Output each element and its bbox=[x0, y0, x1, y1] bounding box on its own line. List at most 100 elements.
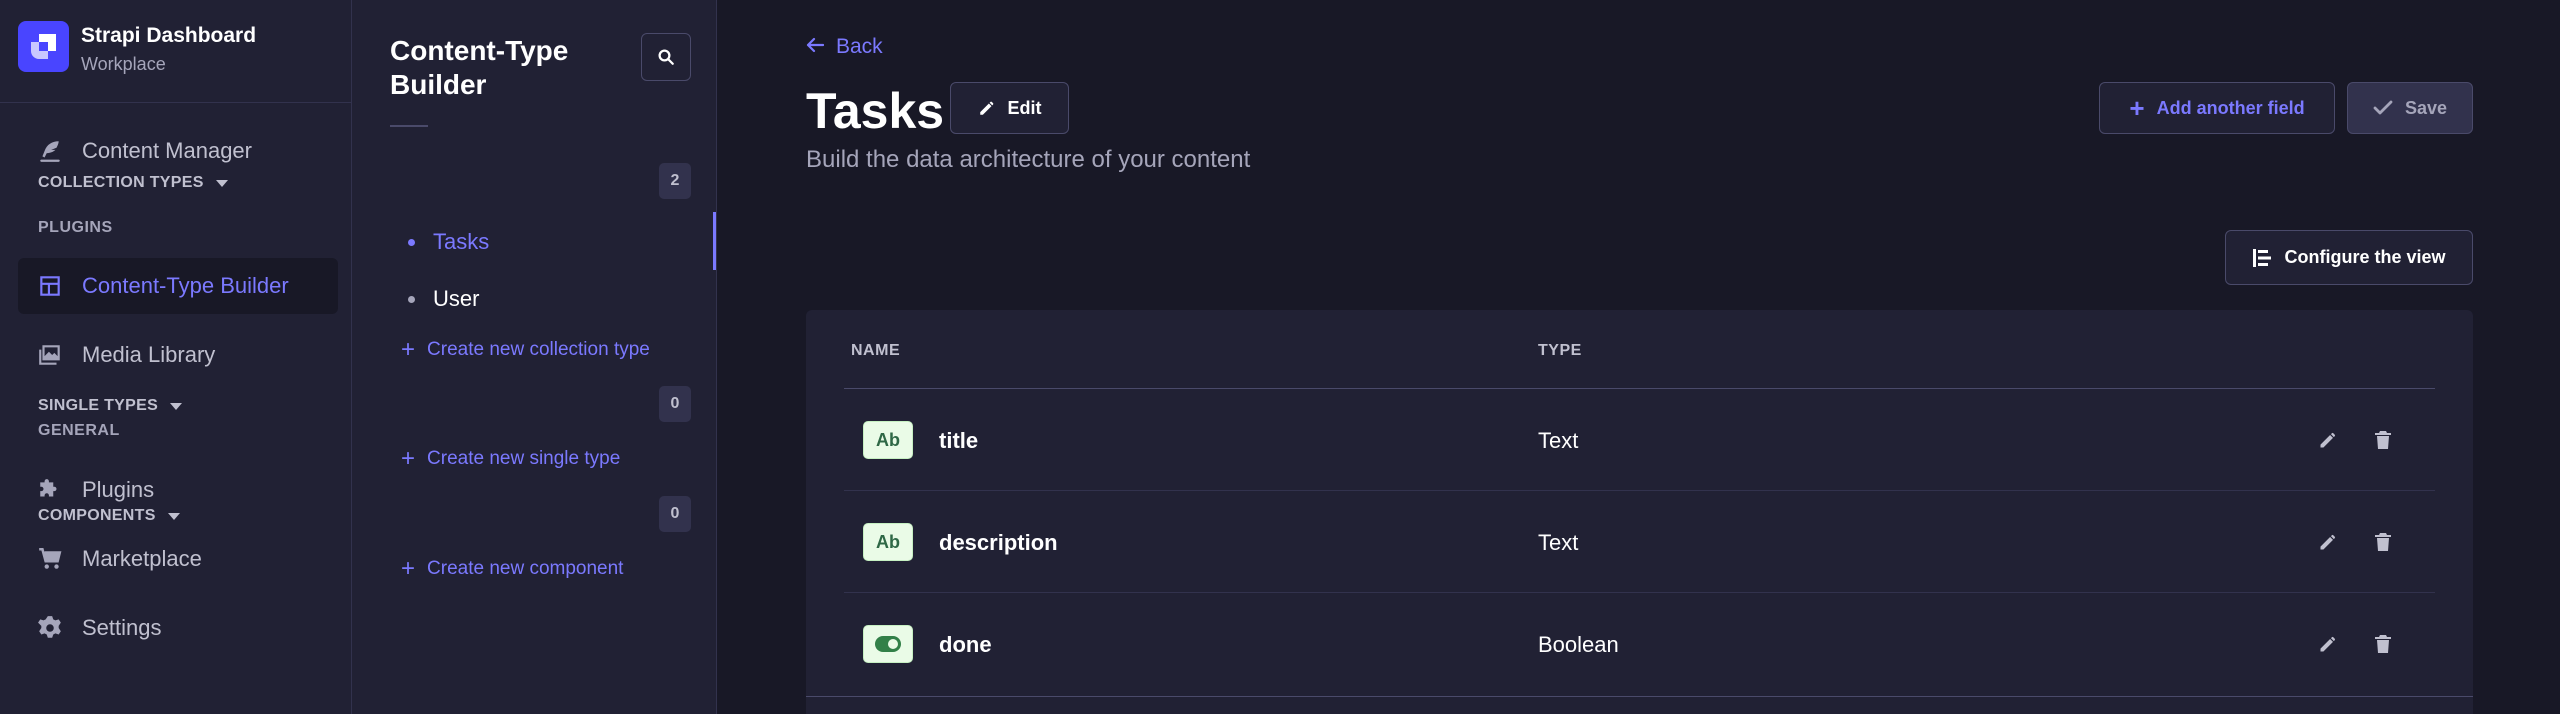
nav-item-label: Marketplace bbox=[82, 546, 202, 571]
save-button[interactable]: Save bbox=[2347, 82, 2473, 134]
edit-field-button[interactable] bbox=[2314, 426, 2342, 454]
arrow-left-icon bbox=[806, 35, 825, 59]
edit-field-button[interactable] bbox=[2314, 528, 2342, 556]
table-row[interactable]: Ab description Text bbox=[844, 491, 2435, 593]
field-type: Boolean bbox=[1538, 632, 1619, 657]
subnav-item-label: User bbox=[433, 286, 480, 311]
table-bottom-border bbox=[806, 696, 2473, 697]
field-type: Text bbox=[1538, 428, 1579, 453]
configure-view-label: Configure the view bbox=[2284, 247, 2446, 267]
subnav-item-user[interactable]: User bbox=[408, 286, 479, 312]
create-component-link[interactable]: + Create new component bbox=[401, 557, 623, 581]
components-label: COMPONENTS bbox=[38, 507, 156, 524]
caret-down-icon bbox=[170, 402, 183, 410]
subnav-title: Content-Type Builder bbox=[390, 35, 569, 100]
table-row[interactable]: Ab title Text bbox=[844, 389, 2435, 491]
main-nav: Strapi Dashboard Workplace Content Manag… bbox=[0, 0, 352, 714]
components-count: 0 bbox=[659, 496, 691, 532]
bullet-icon bbox=[408, 238, 415, 246]
back-label: Back bbox=[836, 35, 883, 58]
field-type: Text bbox=[1538, 530, 1579, 555]
save-label: Save bbox=[2404, 97, 2448, 118]
nav-item-media-library[interactable]: Media Library bbox=[18, 327, 338, 383]
nav-item-label: Media Library bbox=[82, 342, 216, 367]
page-subtitle: Build the data architecture of your cont… bbox=[806, 146, 1251, 173]
components-toggle[interactable]: COMPONENTS bbox=[38, 507, 180, 525]
trash-icon bbox=[2375, 533, 2391, 551]
text-icon: Ab bbox=[863, 421, 913, 459]
brand-title: Strapi Dashboard bbox=[81, 24, 257, 47]
table-row[interactable]: done Boolean bbox=[844, 593, 2435, 695]
caret-down-icon bbox=[215, 179, 228, 187]
pencil-icon bbox=[2320, 636, 2336, 652]
single-types-label: SINGLE TYPES bbox=[38, 397, 159, 414]
active-indicator bbox=[713, 212, 716, 270]
create-collection-type-link[interactable]: + Create new collection type bbox=[401, 338, 650, 362]
nav-item-label: Plugins bbox=[82, 477, 155, 502]
search-icon bbox=[658, 49, 674, 65]
plus-icon: + bbox=[2129, 93, 2145, 123]
collection-types-toggle[interactable]: COLLECTION TYPES bbox=[38, 174, 228, 192]
nav-item-label: Content Manager bbox=[82, 138, 252, 163]
feather-icon bbox=[36, 137, 64, 165]
check-icon bbox=[2373, 100, 2393, 115]
nav-section-general: GENERAL bbox=[38, 422, 120, 439]
text-icon: Ab bbox=[863, 523, 913, 561]
nav-item-label: Content-Type Builder bbox=[82, 273, 289, 298]
add-another-field-button[interactable]: + Add another field bbox=[2099, 82, 2335, 134]
single-types-toggle[interactable]: SINGLE TYPES bbox=[38, 397, 183, 415]
caret-down-icon bbox=[167, 512, 180, 520]
brand-subtitle: Workplace bbox=[81, 54, 166, 74]
pencil-icon bbox=[2320, 534, 2336, 550]
pencil-icon bbox=[2320, 432, 2336, 448]
plus-icon: + bbox=[401, 555, 416, 582]
layout-list-icon bbox=[2253, 248, 2272, 267]
edit-button[interactable]: Edit bbox=[950, 82, 1069, 134]
single-types-count: 0 bbox=[659, 386, 691, 422]
subnav-search-button[interactable] bbox=[641, 33, 691, 81]
strapi-logo-icon bbox=[18, 21, 69, 72]
pencil-icon bbox=[979, 101, 993, 115]
create-single-type-link[interactable]: + Create new single type bbox=[401, 447, 620, 471]
nav-section-plugins: PLUGINS bbox=[38, 219, 113, 236]
trash-icon bbox=[2375, 431, 2391, 449]
plus-icon: + bbox=[401, 336, 416, 363]
gear-icon bbox=[36, 614, 64, 642]
shopping-cart-icon bbox=[36, 545, 64, 573]
subnav-divider bbox=[390, 125, 428, 127]
trash-icon bbox=[2375, 635, 2391, 653]
field-name: description bbox=[939, 530, 1058, 555]
page-title: Tasks bbox=[806, 83, 945, 139]
configure-view-button[interactable]: Configure the view bbox=[2225, 230, 2473, 285]
edit-field-button[interactable] bbox=[2314, 630, 2342, 658]
field-name: title bbox=[939, 428, 979, 453]
column-header-type: TYPE bbox=[1538, 342, 1582, 359]
layout-icon bbox=[36, 272, 64, 300]
image-icon bbox=[36, 341, 64, 369]
add-field-label: Add another field bbox=[2156, 97, 2305, 118]
boolean-toggle-icon bbox=[863, 625, 913, 663]
create-link-label: Create new single type bbox=[427, 448, 621, 469]
field-name: done bbox=[939, 632, 992, 657]
back-link[interactable]: Back bbox=[806, 35, 883, 59]
collection-types-label: COLLECTION TYPES bbox=[38, 174, 204, 191]
collection-types-count: 2 bbox=[659, 163, 691, 199]
nav-item-content-manager[interactable]: Content Manager bbox=[18, 123, 338, 179]
create-link-label: Create new collection type bbox=[427, 339, 650, 360]
nav-item-settings[interactable]: Settings bbox=[18, 600, 338, 656]
column-header-name: NAME bbox=[851, 342, 901, 359]
nav-item-marketplace[interactable]: Marketplace bbox=[18, 531, 338, 587]
delete-field-button[interactable] bbox=[2369, 528, 2397, 556]
subnav-item-label: Tasks bbox=[433, 229, 490, 254]
nav-item-content-type-builder[interactable]: Content-Type Builder bbox=[18, 258, 338, 314]
plus-icon: + bbox=[401, 445, 416, 472]
create-link-label: Create new component bbox=[427, 558, 624, 579]
nav-item-label: Settings bbox=[82, 615, 162, 640]
bullet-icon bbox=[408, 295, 415, 303]
delete-field-button[interactable] bbox=[2369, 630, 2397, 658]
delete-field-button[interactable] bbox=[2369, 426, 2397, 454]
edit-label: Edit bbox=[1007, 97, 1042, 118]
puzzle-icon bbox=[36, 476, 64, 504]
subnav-item-tasks[interactable]: Tasks bbox=[408, 229, 489, 255]
brand-header[interactable]: Strapi Dashboard Workplace bbox=[0, 0, 352, 103]
